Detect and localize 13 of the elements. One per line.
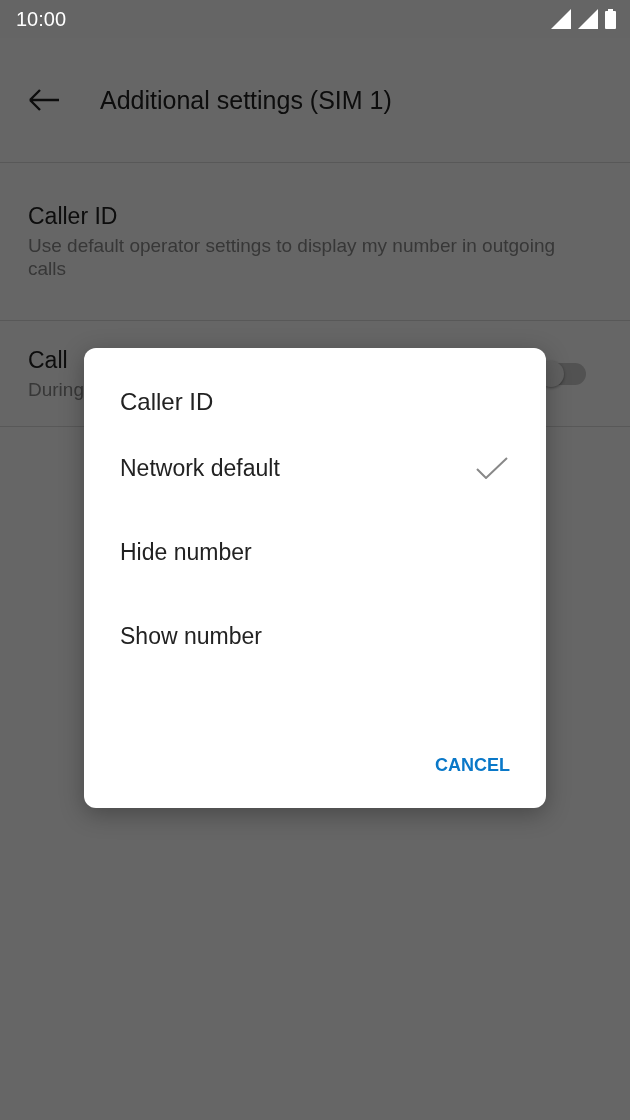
cancel-button[interactable]: CANCEL xyxy=(435,749,510,782)
choice-option[interactable]: Show number xyxy=(120,594,510,678)
signal-icon xyxy=(578,9,598,29)
clock-time: 10:00 xyxy=(16,7,67,31)
back-button[interactable] xyxy=(28,88,60,112)
setting-title: Call xyxy=(28,346,69,374)
choice-option[interactable]: Network default xyxy=(120,426,510,510)
setting-title: Caller ID xyxy=(28,203,119,230)
page-title: Additional settings (SIM 1) xyxy=(100,85,392,115)
dialog-title: Caller ID xyxy=(120,388,215,416)
battery-icon xyxy=(605,9,616,29)
signal-icon xyxy=(551,9,571,29)
choice-option[interactable]: Hide number xyxy=(120,510,510,594)
